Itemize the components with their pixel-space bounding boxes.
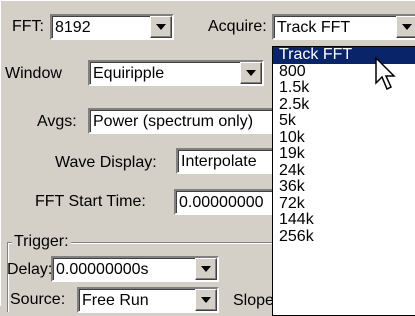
trigger-group-label: Trigger: [12, 232, 71, 252]
wave-display-value: Interpolate [181, 153, 257, 170]
mouse-pointer-icon [375, 57, 396, 91]
slope-label: Slope [233, 292, 274, 309]
dropdown-option[interactable]: 5k [273, 113, 415, 130]
dropdown-option[interactable]: 144k [273, 212, 415, 229]
fft-settings-panel: FFT: 8192 Acquire: Track FFT Window Equi… [0, 0, 415, 316]
dropdown-option[interactable]: 36k [273, 179, 415, 196]
chevron-down-icon [201, 297, 211, 303]
chevron-down-icon [402, 24, 412, 30]
delay-combo[interactable]: 0.00000000s [51, 256, 219, 282]
dropdown-option[interactable]: 256k [273, 228, 415, 246]
chevron-down-icon [156, 24, 166, 30]
wave-display-combo[interactable]: Interpolate [176, 148, 286, 174]
acquire-dropdown-button[interactable] [396, 16, 415, 38]
fft-size-combo[interactable]: 8192 [50, 14, 174, 40]
window-dropdown-button[interactable] [240, 62, 262, 84]
acquire-value: Track FFT [277, 19, 351, 36]
dropdown-option[interactable]: 72k [273, 195, 415, 213]
fft-size-dropdown-button[interactable] [150, 16, 172, 38]
delay-label: Delay: [7, 261, 53, 278]
avgs-value: Power (spectrum only) [93, 113, 254, 130]
window-combo[interactable]: Equiripple [88, 60, 264, 86]
dropdown-option[interactable]: 2.5k [273, 96, 415, 114]
dropdown-option[interactable]: 10k [273, 129, 415, 147]
fft-size-value: 8192 [55, 19, 91, 36]
fft-label: FFT: [12, 18, 44, 35]
dropdown-option[interactable]: 19k [273, 146, 415, 163]
source-value: Free Run [82, 292, 149, 309]
window-value: Equiripple [93, 65, 165, 82]
source-combo[interactable]: Free Run [77, 287, 219, 313]
wave-display-label: Wave Display: [55, 154, 157, 171]
fft-start-time-field[interactable]: 0.00000000 [174, 189, 284, 215]
window-label: Window [5, 65, 62, 82]
source-dropdown-button[interactable] [195, 289, 217, 311]
dropdown-option[interactable]: 24k [273, 162, 415, 180]
chevron-down-icon [246, 70, 256, 76]
delay-value: 0.00000000s [56, 261, 149, 278]
fft-start-time-value: 0.00000000 [179, 194, 264, 211]
delay-dropdown-button[interactable] [195, 258, 217, 280]
avgs-label: Avgs: [37, 113, 77, 130]
acquire-label: Acquire: [208, 18, 267, 35]
chevron-down-icon [201, 266, 211, 272]
fft-start-time-label: FFT Start Time: [35, 193, 146, 210]
acquire-combo[interactable]: Track FFT [272, 14, 415, 40]
avgs-combo[interactable]: Power (spectrum only) [88, 108, 288, 134]
source-label: Source: [10, 291, 66, 308]
